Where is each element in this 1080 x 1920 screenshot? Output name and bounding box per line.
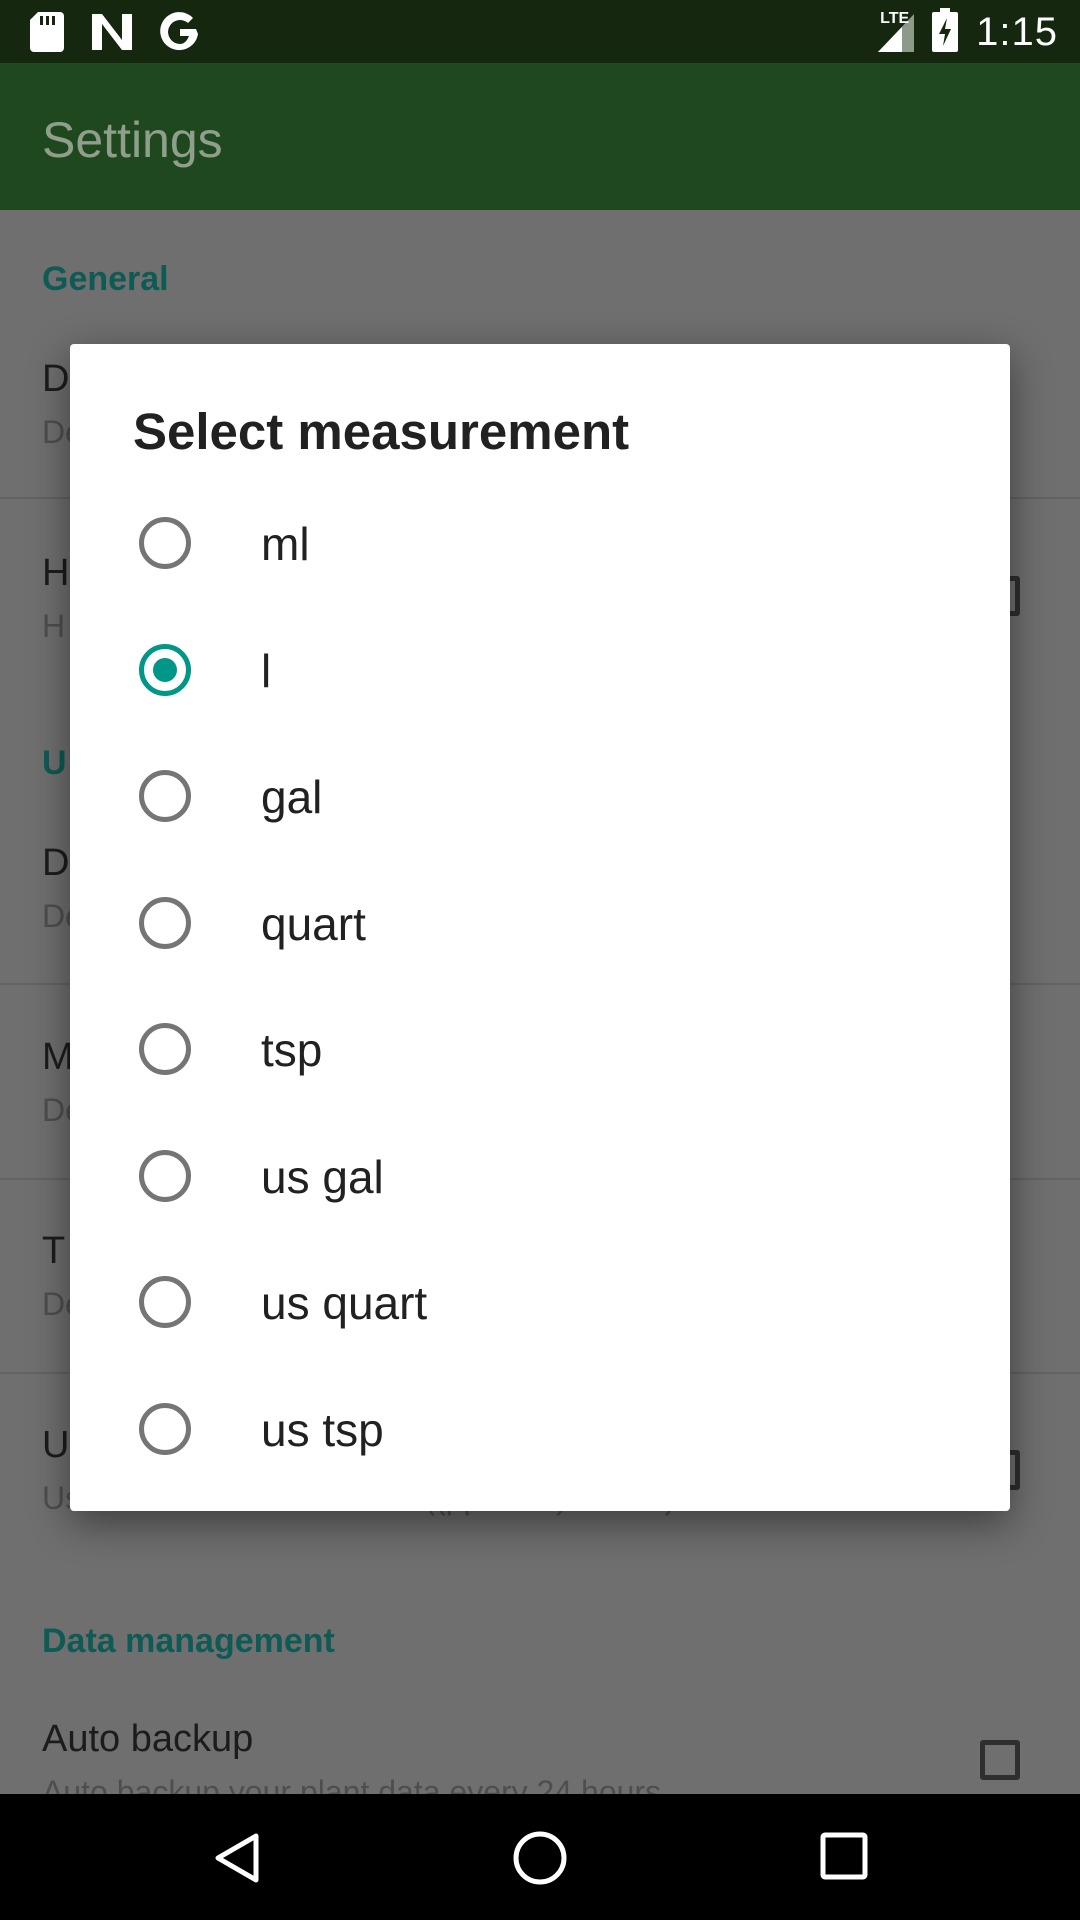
category-data-management: Data management [42, 1622, 335, 1660]
status-bar: LTE 1:15 [0, 0, 1080, 63]
option-gal[interactable]: gal [70, 732, 1010, 859]
select-measurement-dialog: Select measurement ml l gal quart tsp us… [70, 344, 1010, 1511]
radio-button[interactable] [139, 770, 191, 822]
radio-button[interactable] [139, 1023, 191, 1075]
radio-button[interactable] [139, 1402, 191, 1455]
category-general: General [42, 260, 169, 298]
pref-title[interactable]: H [42, 552, 69, 595]
sd-card-icon [30, 12, 64, 57]
pref-title[interactable]: M [42, 1036, 74, 1079]
n-logo-icon [92, 14, 132, 55]
radio-button[interactable] [139, 1276, 191, 1328]
radio-button[interactable] [139, 1149, 191, 1202]
option-l[interactable]: l [70, 606, 1010, 733]
option-label: us tsp [261, 1403, 384, 1456]
option-label: us gal [261, 1150, 384, 1203]
lte-label: LTE [878, 8, 915, 57]
status-time: 1:15 [976, 10, 1058, 54]
option-label: us quart [261, 1277, 428, 1329]
option-tsp[interactable]: tsp [70, 985, 1010, 1112]
pref-title[interactable]: U [42, 1424, 69, 1467]
option-us-quart[interactable]: us quart [70, 1238, 1010, 1365]
option-label: gal [261, 771, 323, 823]
auto-backup-checkbox[interactable] [980, 1740, 1020, 1780]
page-title: Settings [42, 112, 223, 168]
radio-button[interactable] [139, 896, 191, 949]
navigation-bar [0, 1794, 1080, 1920]
category-units: U [42, 744, 67, 782]
dialog-title: Select measurement [133, 403, 630, 460]
option-ml[interactable]: ml [70, 479, 1010, 606]
recents-icon[interactable] [820, 1832, 868, 1885]
pref-title[interactable]: T [42, 1230, 65, 1273]
option-quart[interactable]: quart [70, 859, 1010, 986]
pref-title[interactable]: D [42, 358, 69, 401]
measurement-options: ml l gal quart tsp us gal us quart us ts… [70, 479, 1010, 1491]
pref-title[interactable]: D [42, 842, 69, 885]
option-us-gal[interactable]: us gal [70, 1112, 1010, 1239]
option-label: ml [261, 518, 310, 570]
option-label: l [261, 644, 272, 697]
option-us-tsp[interactable]: us tsp [70, 1365, 1010, 1492]
app-bar: Settings [0, 63, 1080, 210]
home-icon[interactable] [512, 1830, 568, 1891]
option-label: quart [261, 897, 366, 950]
option-label: tsp [261, 1024, 323, 1076]
back-icon[interactable] [212, 1832, 262, 1889]
auto-backup-title[interactable]: Auto backup [42, 1718, 253, 1761]
pref-summary: H [42, 608, 66, 644]
battery-charging-icon [932, 8, 959, 57]
radio-button-selected[interactable] [139, 643, 191, 696]
radio-button[interactable] [139, 517, 191, 569]
google-icon [160, 12, 200, 57]
